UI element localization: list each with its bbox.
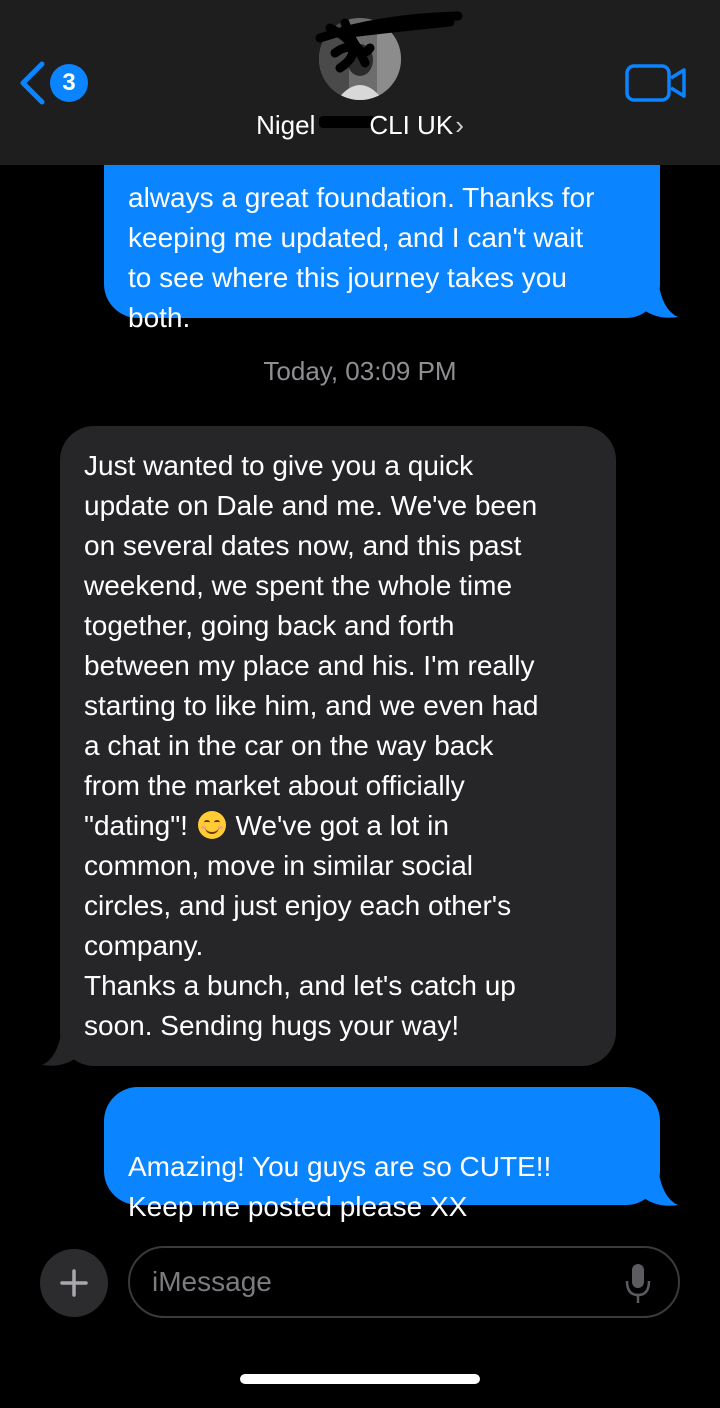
message-text-part: Just wanted to give you a quick update o… [84,450,539,841]
conversation-header: 3 Nigel CLI UK› [0,0,720,165]
message-timestamp: Today, 03:09 PM [263,356,457,386]
bubble-tail [640,280,678,318]
microphone-icon[interactable] [624,1262,652,1306]
contact-name-end: CLI UK [369,110,454,140]
message-text-part: We've got a lot in common, move in simil… [84,810,516,1041]
plus-icon [60,1269,88,1297]
chevron-right-icon: › [455,110,464,140]
bubble-tail [640,1168,678,1206]
input-placeholder: iMessage [152,1266,272,1297]
smiling-face-emoji-icon [197,811,226,839]
redaction-mark [319,116,376,128]
outgoing-message-bubble[interactable]: Amazing! You guys are so CUTE!! Keep me … [104,1087,660,1222]
contact-name-start: Nigel [256,110,316,140]
contact-name[interactable]: Nigel CLI UK› [0,110,720,141]
redaction-scribble [315,11,463,73]
home-indicator[interactable] [240,1374,480,1384]
video-camera-icon[interactable] [625,64,687,102]
unread-count-badge: 3 [50,64,88,102]
message-text: Amazing! You guys are so CUTE!! Keep me … [128,1151,552,1222]
message-thread[interactable]: always a great foundation. Thanks for ke… [0,0,720,1230]
bubble-tail [42,1028,80,1066]
add-attachment-button[interactable] [40,1249,108,1317]
chevron-left-icon [20,61,45,105]
back-button[interactable]: 3 [18,58,88,108]
imessage-input[interactable]: iMessage [128,1246,680,1318]
incoming-message-bubble[interactable]: Just wanted to give you a quick update o… [60,426,616,1066]
message-text: always a great foundation. Thanks for ke… [128,182,595,333]
